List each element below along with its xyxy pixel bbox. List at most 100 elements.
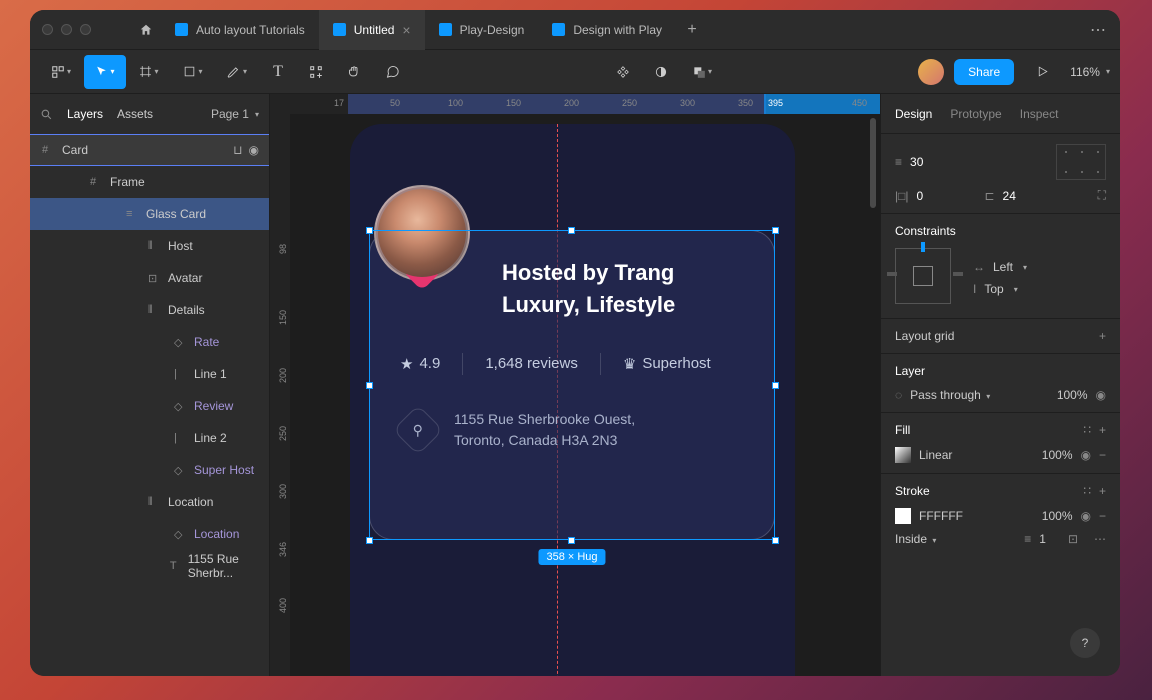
padding-h-input[interactable]: 0 <box>916 189 976 203</box>
visibility-icon[interactable]: ◉ <box>1081 448 1091 462</box>
user-avatar[interactable] <box>918 59 944 85</box>
blend-icon: ◌ <box>895 388 902 402</box>
minimize-dot[interactable] <box>61 24 72 35</box>
autolayout-h-icon: ⫴ <box>148 496 160 509</box>
constraint-widget[interactable] <box>895 248 951 304</box>
comment-tool[interactable] <box>374 55 410 89</box>
share-button[interactable]: Share <box>954 59 1014 85</box>
move-tool[interactable]: ▾ <box>84 55 126 89</box>
styles-icon[interactable]: ∷ <box>1083 484 1091 498</box>
layer-review[interactable]: ◇Review <box>30 390 269 422</box>
autolayout-h-icon: ⫴ <box>148 304 160 317</box>
tab-design-with-play[interactable]: Design with Play <box>538 10 676 50</box>
tab-design[interactable]: Design <box>895 107 932 121</box>
add-icon[interactable]: + <box>1099 329 1106 343</box>
search-icon[interactable] <box>40 108 53 121</box>
stroke-swatch[interactable] <box>895 508 911 524</box>
spacing-v-icon: ≡ <box>895 155 902 169</box>
layers-panel: Layers Assets Page 1▾ #Card⊔◉ #Frame ≡Gl… <box>30 94 270 676</box>
expand-icon[interactable]: ⛶ <box>1098 188 1106 203</box>
opacity-input[interactable]: 100% <box>1057 388 1088 402</box>
figma-icon <box>439 23 452 36</box>
assets-tab[interactable]: Assets <box>117 107 153 121</box>
tab-play-design[interactable]: Play-Design <box>425 10 539 50</box>
layer-address-text[interactable]: T1155 Rue Sherbr... <box>30 550 269 582</box>
canvas-scrollbar[interactable] <box>870 118 876 208</box>
layer-location-inner[interactable]: ◇Location <box>30 518 269 550</box>
stroke-width-icon: ≡ <box>1024 532 1031 546</box>
layer-avatar[interactable]: ⊡Avatar <box>30 262 269 294</box>
layer-glass-card[interactable]: ≡Glass Card <box>30 198 269 230</box>
maximize-dot[interactable] <box>80 24 91 35</box>
per-side-icon[interactable]: ⊡ <box>1068 532 1078 546</box>
pen-tool[interactable]: ▾ <box>216 55 258 89</box>
stroke-opacity-input[interactable]: 100% <box>1042 509 1073 523</box>
add-icon[interactable]: + <box>1099 484 1106 498</box>
tab-inspect[interactable]: Inspect <box>1020 107 1059 121</box>
remove-icon[interactable]: − <box>1099 448 1106 462</box>
stroke-width-input[interactable]: 1 <box>1039 532 1046 546</box>
layer-line1[interactable]: |Line 1 <box>30 358 269 390</box>
layer-line2[interactable]: |Line 2 <box>30 422 269 454</box>
remove-icon[interactable]: − <box>1099 509 1106 523</box>
layer-host[interactable]: ⫴Host <box>30 230 269 262</box>
unlock-icon[interactable]: ⊔ <box>233 143 242 157</box>
constraint-v-dropdown[interactable]: ITop▾ <box>973 282 1106 296</box>
layers-tab[interactable]: Layers <box>67 107 103 121</box>
alignment-grid[interactable] <box>1056 144 1106 180</box>
add-tab-button[interactable]: + <box>676 10 708 50</box>
component-icon: ◇ <box>174 464 186 477</box>
frame-tool[interactable]: ▾ <box>128 55 170 89</box>
add-icon[interactable]: + <box>1099 423 1106 437</box>
tab-prototype[interactable]: Prototype <box>950 107 1001 121</box>
visibility-icon[interactable]: ◉ <box>1081 509 1091 523</box>
padding-v-input[interactable]: 24 <box>1003 189 1063 203</box>
layer-superhost[interactable]: ◇Super Host <box>30 454 269 486</box>
help-button[interactable]: ? <box>1070 628 1100 658</box>
styles-icon[interactable]: ∷ <box>1083 423 1091 437</box>
constraint-h-dropdown[interactable]: ↔Left▾ <box>973 260 1106 274</box>
fill-type[interactable]: Linear <box>919 448 952 462</box>
tab-auto-layout[interactable]: Auto layout Tutorials <box>161 10 319 50</box>
home-tab[interactable] <box>131 23 161 37</box>
component-icon: ◇ <box>174 336 186 349</box>
page-dropdown[interactable]: Page 1▾ <box>211 107 259 121</box>
main-menu-button[interactable]: ▾ <box>40 55 82 89</box>
component-tool[interactable] <box>605 55 641 89</box>
component-icon: ◇ <box>174 400 186 413</box>
design-panel: Design Prototype Inspect ≡ 30 |□| 0 ⊏ 24… <box>880 94 1120 676</box>
resources-tool[interactable] <box>298 55 334 89</box>
boolean-tool[interactable]: ▾ <box>681 55 723 89</box>
layer-card[interactable]: #Card⊔◉ <box>30 134 269 166</box>
zoom-dropdown[interactable]: 116%▾ <box>1070 65 1110 79</box>
mask-tool[interactable] <box>643 55 679 89</box>
visibility-icon[interactable]: ◉ <box>1096 388 1106 402</box>
present-button[interactable] <box>1024 55 1060 89</box>
constraints-heading: Constraints <box>895 224 1106 238</box>
stroke-side-dropdown[interactable]: Inside ▾ <box>895 532 936 546</box>
blend-dropdown[interactable]: Pass through ▾ <box>910 388 990 402</box>
close-dot[interactable] <box>42 24 53 35</box>
overflow-icon[interactable]: ⋯ <box>1090 20 1108 40</box>
spacing-input[interactable]: 30 <box>910 155 970 169</box>
layer-location[interactable]: ⫴Location <box>30 486 269 518</box>
line-icon: | <box>174 368 186 380</box>
fill-opacity-input[interactable]: 100% <box>1042 448 1073 462</box>
layer-frame[interactable]: #Frame <box>30 166 269 198</box>
hand-tool[interactable] <box>336 55 372 89</box>
fill-heading: Fill <box>895 423 910 437</box>
stroke-color-input[interactable]: FFFFFF <box>919 509 963 523</box>
layer-details[interactable]: ⫴Details <box>30 294 269 326</box>
fill-swatch[interactable] <box>895 447 911 463</box>
autolayout-icon: ≡ <box>126 208 138 220</box>
shape-tool[interactable]: ▾ <box>172 55 214 89</box>
visibility-icon[interactable]: ◉ <box>249 143 259 157</box>
canvas[interactable]: 395 17 50 100 150 200 250 300 350 450 98… <box>270 94 880 676</box>
layer-rate[interactable]: ◇Rate <box>30 326 269 358</box>
tab-untitled[interactable]: Untitled× <box>319 10 425 50</box>
figma-icon <box>175 23 188 36</box>
close-icon[interactable]: × <box>402 23 410 37</box>
more-icon[interactable]: ⋯ <box>1094 532 1106 546</box>
figma-icon <box>333 23 346 36</box>
text-tool[interactable]: T <box>260 55 296 89</box>
